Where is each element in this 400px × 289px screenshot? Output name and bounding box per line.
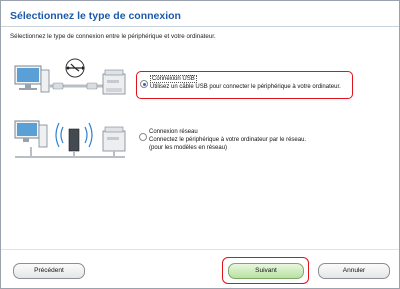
dialog-window: Sélectionnez le type de connexion Sélect…	[0, 0, 400, 289]
instruction-text: Sélectionnez le type de connexion entre …	[10, 33, 216, 40]
computer-icon	[14, 120, 48, 157]
network-option-text: Connexion réseau Connectez le périphériq…	[149, 128, 306, 152]
title-divider	[1, 26, 399, 27]
usb-connection-illustration	[14, 58, 126, 95]
usb-icon	[65, 58, 85, 78]
printer-icon	[102, 126, 126, 157]
computer-icon	[14, 65, 50, 93]
network-connection-option[interactable]: Connexion réseau Connectez le périphériq…	[136, 125, 351, 161]
usb-option-text: Connexion USB Utilisez un câble USB pour…	[150, 75, 341, 91]
previous-button[interactable]: Précédent	[13, 263, 85, 279]
network-option-label: Connexion réseau	[149, 129, 198, 135]
network-option-description-line2: (pour les modèles en réseau)	[149, 145, 228, 151]
printer-icon	[102, 69, 126, 95]
usb-option-description: Utilisez un câble USB pour connecter le …	[150, 84, 341, 90]
page-title: Sélectionnez le type de connexion	[10, 10, 181, 22]
footer-divider	[1, 249, 399, 250]
usb-connection-option[interactable]: Connexion USB Utilisez un câble USB pour…	[136, 71, 353, 99]
router-icon	[68, 128, 80, 157]
network-connection-illustration	[14, 120, 126, 158]
cancel-button[interactable]: Annuler	[318, 263, 390, 279]
usb-option-label: Connexion USB	[150, 75, 197, 83]
usb-radio-button[interactable]	[140, 80, 148, 88]
next-button[interactable]: Suivant	[228, 263, 304, 279]
network-option-description-line1: Connectez le périphérique à votre ordina…	[149, 137, 307, 143]
network-radio-button[interactable]	[139, 133, 147, 141]
